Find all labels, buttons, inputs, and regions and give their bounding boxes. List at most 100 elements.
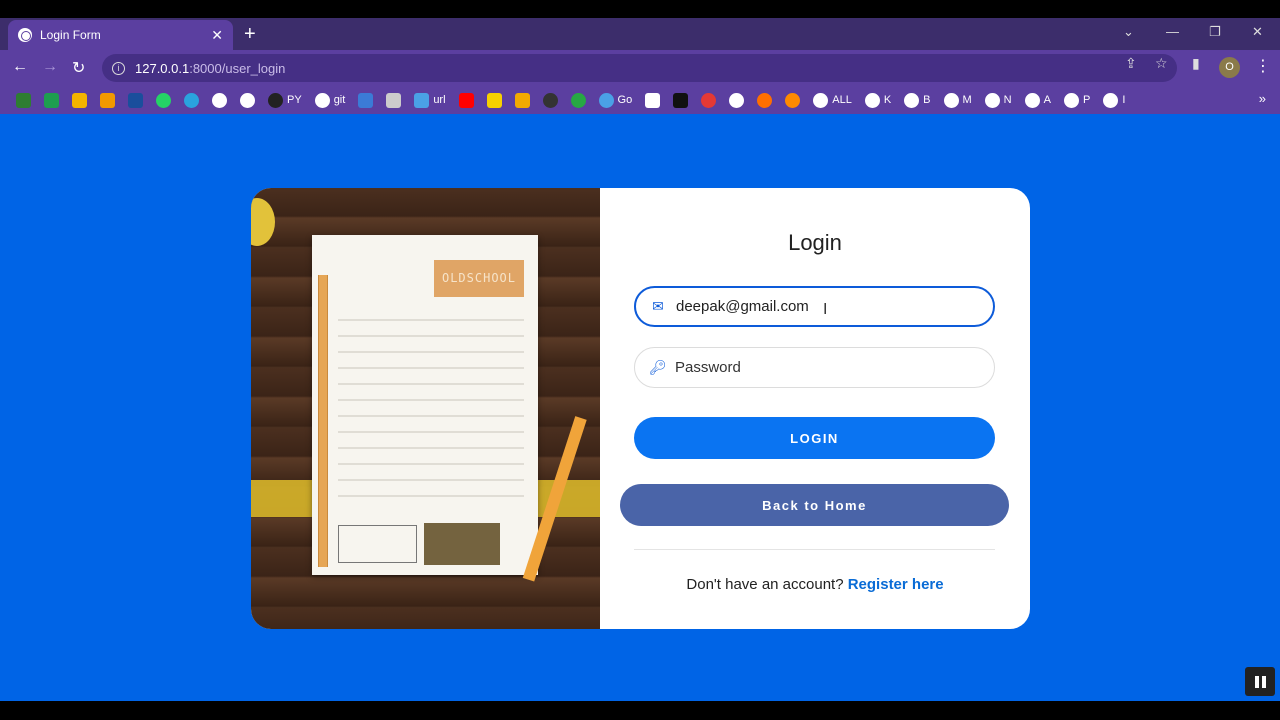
tab-bar: Login Form ✕ + ⌄ — ❐ ✕ [0, 18, 1280, 50]
bookmark-favicon-icon [16, 92, 31, 108]
bookmark-item[interactable]: P [1058, 89, 1097, 111]
password-field[interactable]: 🔑︎ [634, 347, 995, 388]
bookmark-favicon-icon [386, 92, 402, 108]
reload-button[interactable]: ↻ [72, 58, 85, 78]
profile-avatar[interactable]: O [1219, 57, 1240, 78]
bookmark-favicon-icon [486, 92, 502, 108]
email-field[interactable]: ✉ [634, 286, 995, 327]
bookmark-item[interactable] [695, 89, 723, 111]
bookmark-item[interactable] [94, 89, 122, 111]
bookmark-label: Go [617, 94, 633, 106]
address-bar[interactable]: i 127.0.0.1:8000/user_login [102, 54, 1177, 82]
share-icon[interactable]: ⇪ [1125, 55, 1137, 72]
bookmark-item[interactable] [10, 89, 38, 111]
bookmark-item[interactable]: N [979, 89, 1019, 111]
bookmark-favicon-icon [414, 92, 430, 108]
bookmark-item[interactable] [206, 89, 234, 111]
side-panel-icon[interactable]: ▮ [1192, 55, 1200, 72]
bookmark-favicon-icon [1024, 92, 1040, 108]
bookmark-item[interactable] [667, 89, 695, 111]
bookmark-item[interactable]: git [309, 89, 353, 111]
pause-icon-bar [1261, 675, 1266, 688]
decor-circle [251, 198, 275, 246]
bookmark-item[interactable] [352, 89, 380, 111]
bookmark-favicon-icon [1103, 92, 1119, 108]
pause-button[interactable] [1245, 667, 1275, 696]
tab-login-form[interactable]: Login Form ✕ [8, 20, 233, 50]
bookmark-favicon-icon [458, 92, 474, 108]
bookmark-label: git [333, 94, 346, 106]
browser-toolbar: ← → ↻ i 127.0.0.1:8000/user_login ⇪ ☆ ▮ … [0, 50, 1280, 86]
bookmark-item[interactable] [481, 89, 509, 111]
minimize-button[interactable]: — [1166, 24, 1179, 39]
bookmark-item[interactable]: I [1097, 89, 1132, 111]
bookmark-favicon-icon [72, 92, 87, 108]
password-input[interactable] [675, 359, 955, 376]
bookmark-label: P [1082, 94, 1091, 106]
bookmark-label: K [883, 94, 892, 106]
login-form: Login ✉ I 🔑︎ LOGIN Back to Home Don't ha… [600, 188, 1030, 629]
bookmark-favicon-icon [212, 92, 227, 108]
bookmark-item[interactable]: A [1019, 89, 1058, 111]
email-input[interactable] [676, 298, 956, 315]
restore-button[interactable]: ❐ [1209, 24, 1221, 40]
bookmark-item[interactable] [639, 89, 667, 111]
bookmark-favicon-icon [240, 92, 255, 108]
bookmark-label: ALL [832, 94, 852, 106]
bookmark-label: M [962, 94, 972, 106]
back-button[interactable]: ← [12, 58, 28, 76]
key-icon: 🔑︎ [649, 359, 667, 375]
browser-window: Login Form ✕ + ⌄ — ❐ ✕ ← → ↻ i 127.0.0.1… [0, 0, 1280, 720]
bookmark-item[interactable] [537, 89, 565, 111]
bookmark-label: PY [287, 94, 302, 106]
envelope-illustration [338, 525, 417, 563]
bookmark-item[interactable] [453, 89, 481, 111]
bookmark-item[interactable] [234, 89, 262, 111]
bookmark-favicon-icon [570, 92, 586, 108]
back-to-home-button[interactable]: Back to Home [620, 484, 1009, 526]
bookmark-item[interactable] [150, 89, 178, 111]
bookmark-item[interactable] [509, 89, 537, 111]
hero-image: OLDSCHOOL [251, 188, 600, 629]
bookmark-item[interactable]: B [898, 89, 937, 111]
bookmark-item[interactable] [66, 89, 94, 111]
bookmark-favicon-icon [542, 92, 558, 108]
bookmark-item[interactable] [380, 89, 408, 111]
bookmark-item[interactable]: url [408, 89, 452, 111]
bookmark-item[interactable]: Go [593, 89, 640, 111]
star-icon[interactable]: ☆ [1155, 55, 1168, 72]
envelope-icon: ✉ [652, 298, 664, 314]
bookmark-item[interactable] [122, 89, 150, 111]
menu-icon[interactable]: ⋮ [1255, 56, 1271, 76]
info-icon[interactable]: i [112, 61, 125, 75]
tab-close-icon[interactable]: ✕ [211, 27, 223, 44]
login-button[interactable]: LOGIN [634, 417, 995, 459]
forward-button[interactable]: → [42, 58, 58, 76]
bookmark-item[interactable]: M [938, 89, 979, 111]
bookmark-favicon-icon [514, 92, 530, 108]
bookmarks-overflow-icon[interactable]: » [1259, 91, 1266, 106]
globe-icon [18, 28, 32, 42]
notepad-lines [338, 305, 524, 505]
bookmark-item[interactable] [178, 89, 206, 111]
bookmark-item[interactable] [565, 89, 593, 111]
bookmark-label: I [1122, 94, 1126, 106]
bookmark-favicon-icon [673, 92, 689, 108]
register-link[interactable]: Register here [848, 576, 944, 593]
new-tab-button[interactable]: + [244, 22, 256, 46]
tab-list-icon[interactable]: ⌄ [1123, 24, 1134, 40]
bookmark-item[interactable]: PY [262, 89, 309, 111]
bookmark-item[interactable] [779, 89, 807, 111]
bookmark-favicon-icon [128, 92, 143, 108]
bookmark-item[interactable]: K [859, 89, 898, 111]
folder-illustration [424, 523, 500, 565]
bookmark-favicon-icon [184, 92, 199, 108]
bookmark-item[interactable]: ALL [807, 89, 859, 111]
bookmark-item[interactable] [723, 89, 751, 111]
bookmark-item[interactable] [751, 89, 779, 111]
register-prompt: Don't have an account? Register here [600, 576, 1030, 593]
bookmark-label: B [923, 94, 931, 106]
bookmark-favicon-icon [598, 92, 614, 108]
close-window-button[interactable]: ✕ [1252, 24, 1263, 40]
bookmark-item[interactable] [38, 89, 66, 111]
